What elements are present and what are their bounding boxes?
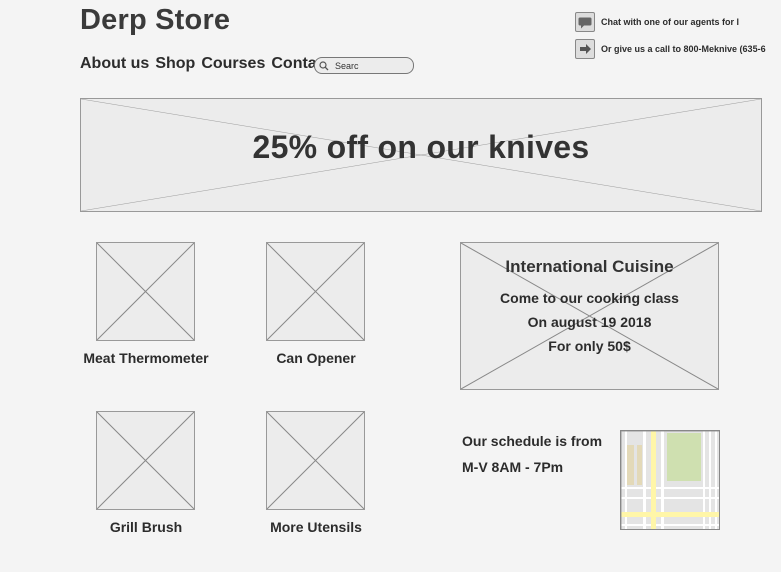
chat-bubble-icon[interactable] (575, 12, 595, 32)
search-box[interactable] (314, 57, 414, 74)
product-image-more-utensils[interactable] (266, 411, 365, 510)
chat-row[interactable]: Chat with one of our agents for l (575, 12, 781, 32)
store-title: Derp Store (80, 4, 231, 36)
product-label-meat-thermometer[interactable]: Meat Thermometer (66, 350, 226, 366)
search-icon (319, 60, 329, 70)
nav-about-us[interactable]: About us (80, 55, 149, 73)
promo-line-3: For only 50$ (548, 338, 631, 354)
chat-text: Chat with one of our agents for l (601, 17, 739, 27)
promo-line-1: Come to our cooking class (500, 290, 679, 306)
product-image-meat-thermometer[interactable] (96, 242, 195, 341)
call-text: Or give us a call to 800-Meknive (635-6 (601, 44, 766, 54)
banner-text: 25% off on our knives (252, 129, 590, 165)
product-label-can-opener[interactable]: Can Opener (236, 350, 396, 366)
arrow-right-icon[interactable] (575, 39, 595, 59)
product-image-grill-brush[interactable] (96, 411, 195, 510)
cooking-class-promo[interactable]: International Cuisine Come to our cookin… (460, 242, 719, 390)
schedule-line-1: Our schedule is from (462, 433, 603, 449)
nav-courses[interactable]: Courses (201, 55, 265, 73)
search-input[interactable] (329, 59, 409, 72)
schedule-line-2: M-V 8AM - 7Pm (462, 459, 564, 475)
nav-shop[interactable]: Shop (155, 55, 195, 73)
location-map[interactable] (620, 430, 720, 530)
product-label-grill-brush[interactable]: Grill Brush (66, 519, 226, 535)
map-image (621, 431, 719, 529)
promo-line-2: On august 19 2018 (527, 314, 652, 330)
product-label-more-utensils[interactable]: More Utensils (236, 519, 396, 535)
promo-title: International Cuisine (505, 257, 674, 276)
main-nav: About us Shop Courses Contact (80, 55, 331, 73)
product-image-can-opener[interactable] (266, 242, 365, 341)
promo-banner[interactable]: 25% off on our knives (80, 98, 762, 212)
call-row[interactable]: Or give us a call to 800-Meknive (635-6 (575, 39, 781, 59)
